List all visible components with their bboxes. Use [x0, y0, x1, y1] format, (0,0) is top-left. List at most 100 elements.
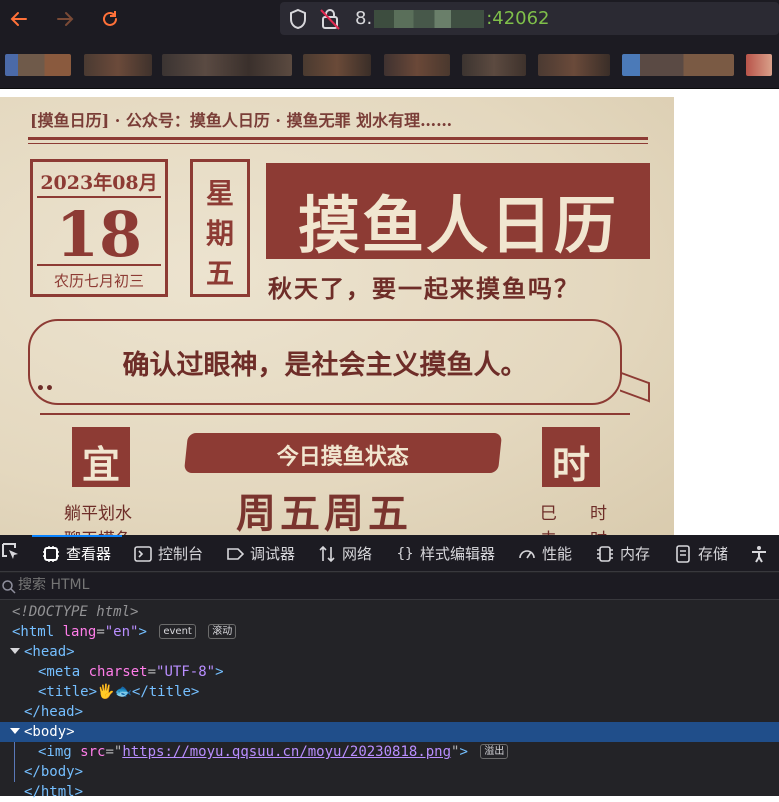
tab-label: 内存 — [620, 545, 651, 563]
tab-label: 控制台 — [158, 545, 204, 563]
tab-inspector[interactable]: 查看器 — [42, 535, 111, 572]
url-port: :42062 — [486, 8, 550, 29]
dom-node-body[interactable]: <body> — [0, 722, 779, 742]
reload-icon[interactable] — [97, 6, 123, 32]
dom-node-head[interactable]: <head> — [0, 642, 779, 662]
shi-item: 时 — [590, 504, 607, 524]
memory-icon — [596, 545, 614, 563]
divider — [37, 264, 161, 266]
html-search-bar — [0, 573, 779, 600]
inspector-icon — [42, 545, 60, 563]
lunar-date: 农历七月初三 — [53, 272, 144, 290]
overflow-badge[interactable]: 溢出 — [480, 744, 509, 759]
bookmarks-bar — [0, 37, 779, 89]
url-text: 8. :42062 — [355, 8, 550, 29]
weekday-char: 期 — [205, 217, 234, 250]
tag-text: </html> — [24, 784, 84, 800]
dom-node-head-close[interactable]: </head> — [0, 702, 779, 722]
shield-icon[interactable] — [288, 8, 308, 34]
status-label: 今日摸鱼状态 — [276, 444, 409, 470]
yi-box: 宜 — [72, 427, 130, 487]
tag-text: > — [215, 664, 224, 680]
shi-item: 时 — [590, 525, 607, 535]
tab-label: 调试器 — [250, 545, 296, 563]
tag-text: > — [138, 624, 147, 640]
status-band: 今日摸鱼状态 — [183, 433, 503, 473]
tab-label: 性能 — [542, 545, 573, 563]
scroll-badge[interactable]: 滚动 — [208, 624, 237, 639]
search-html-input[interactable] — [18, 577, 318, 593]
tab-console[interactable]: 控制台 — [134, 535, 203, 572]
storage-icon — [674, 544, 692, 563]
shi-item: 未 — [540, 525, 557, 535]
tag-text: </title> — [131, 684, 200, 700]
dom-node-doctype[interactable]: <!DOCTYPE html> — [0, 602, 779, 622]
forward-arrow-icon[interactable] — [52, 6, 78, 32]
event-badge[interactable]: event — [159, 624, 196, 639]
divider — [40, 413, 630, 415]
network-icon — [318, 545, 336, 563]
moyu-calendar-image: [摸鱼日历] · 公众号：摸鱼人日历 · 摸鱼无罪 划水有理…… 2023年08… — [0, 97, 674, 535]
dom-node-html[interactable]: <html lang="en"> event 滚动 — [0, 622, 779, 642]
tag-text: <meta — [38, 664, 81, 680]
expand-triangle-icon[interactable] — [10, 648, 20, 654]
yi-item: 聊天摸鱼 — [64, 525, 132, 535]
date-box: 2023年08月 18 农历七月初三 — [30, 159, 168, 297]
tab-storage[interactable]: 存储 — [674, 535, 728, 572]
attr-name: lang — [62, 624, 97, 640]
status-value: 周五周五 — [236, 490, 412, 535]
quote-text: 确认过眼神，是社会主义摸鱼人。 — [122, 350, 528, 381]
quote-dots: •• — [36, 381, 54, 397]
attr-name: charset — [88, 664, 148, 680]
back-arrow-icon[interactable] — [6, 6, 32, 32]
bookmark-item[interactable] — [84, 54, 152, 76]
bookmark-item[interactable] — [746, 54, 772, 76]
dom-node-meta[interactable]: <meta charset="UTF-8"> — [0, 662, 779, 682]
tab-network[interactable]: 网络 — [318, 535, 372, 572]
tab-debugger[interactable]: 调试器 — [226, 535, 295, 572]
bookmark-item[interactable] — [303, 54, 371, 76]
dom-node-title[interactable]: <title>🖐🐟</title> — [0, 682, 779, 702]
weekday-box: 星 期 五 — [190, 159, 250, 297]
devtools-panel: 查看器 控制台 调试器 网络 {} 样式编辑器 性能 内存 存储 搜索 HTML… — [0, 535, 779, 800]
expand-triangle-icon[interactable] — [10, 728, 20, 734]
tab-style-editor[interactable]: {} 样式编辑器 — [396, 535, 495, 572]
element-picker-icon[interactable] — [0, 541, 26, 567]
weekday-char: 星 — [205, 177, 234, 210]
body-guide-line — [14, 742, 15, 782]
accessibility-glyph — [750, 545, 768, 563]
year-month: 2023年08月 — [40, 172, 158, 194]
url-bar[interactable]: 8. :42062 — [280, 2, 779, 35]
bookmark-item[interactable] — [622, 54, 734, 76]
bookmark-item[interactable] — [462, 54, 526, 76]
dom-tree: <!DOCTYPE html> <html lang="en"> event 滚… — [0, 601, 779, 800]
bookmark-item[interactable] — [162, 54, 292, 76]
doctype-text: <!DOCTYPE html> — [12, 604, 139, 620]
day-number: 18 — [55, 198, 143, 271]
tab-memory[interactable]: 内存 — [596, 535, 650, 572]
search-icon — [2, 579, 16, 598]
accessibility-icon[interactable] — [750, 535, 768, 572]
shi-box: 时 — [542, 427, 600, 487]
dom-node-img[interactable]: <img src="https://moyu.qqsuu.cn/moyu/202… — [0, 742, 779, 762]
yi-item: 躺平划水 — [64, 504, 132, 524]
divider — [28, 137, 648, 140]
insecure-lock-icon[interactable] — [320, 8, 340, 34]
tab-label: 查看器 — [66, 545, 112, 563]
dom-node-body-close[interactable]: </body> — [0, 762, 779, 782]
title-text: 🖐🐟 — [97, 684, 132, 700]
shi-label: 时 — [551, 442, 590, 487]
img-src-link[interactable]: https://moyu.qqsuu.cn/moyu/20230818.png — [122, 744, 451, 760]
dom-node-html-close[interactable]: </html> — [0, 782, 779, 802]
bookmark-item[interactable] — [538, 54, 610, 76]
tab-performance[interactable]: 性能 — [518, 535, 572, 572]
tab-label: 存储 — [698, 545, 729, 563]
attr-value: "en" — [104, 624, 139, 640]
attr-name: src — [80, 744, 106, 760]
tag-text: <img — [38, 744, 72, 760]
bookmark-item[interactable] — [5, 54, 71, 76]
bookmark-item[interactable] — [384, 54, 450, 76]
devtools-tabbar: 查看器 控制台 调试器 网络 {} 样式编辑器 性能 内存 存储 — [0, 535, 779, 572]
divider — [28, 143, 648, 144]
redacted-address — [374, 9, 485, 28]
